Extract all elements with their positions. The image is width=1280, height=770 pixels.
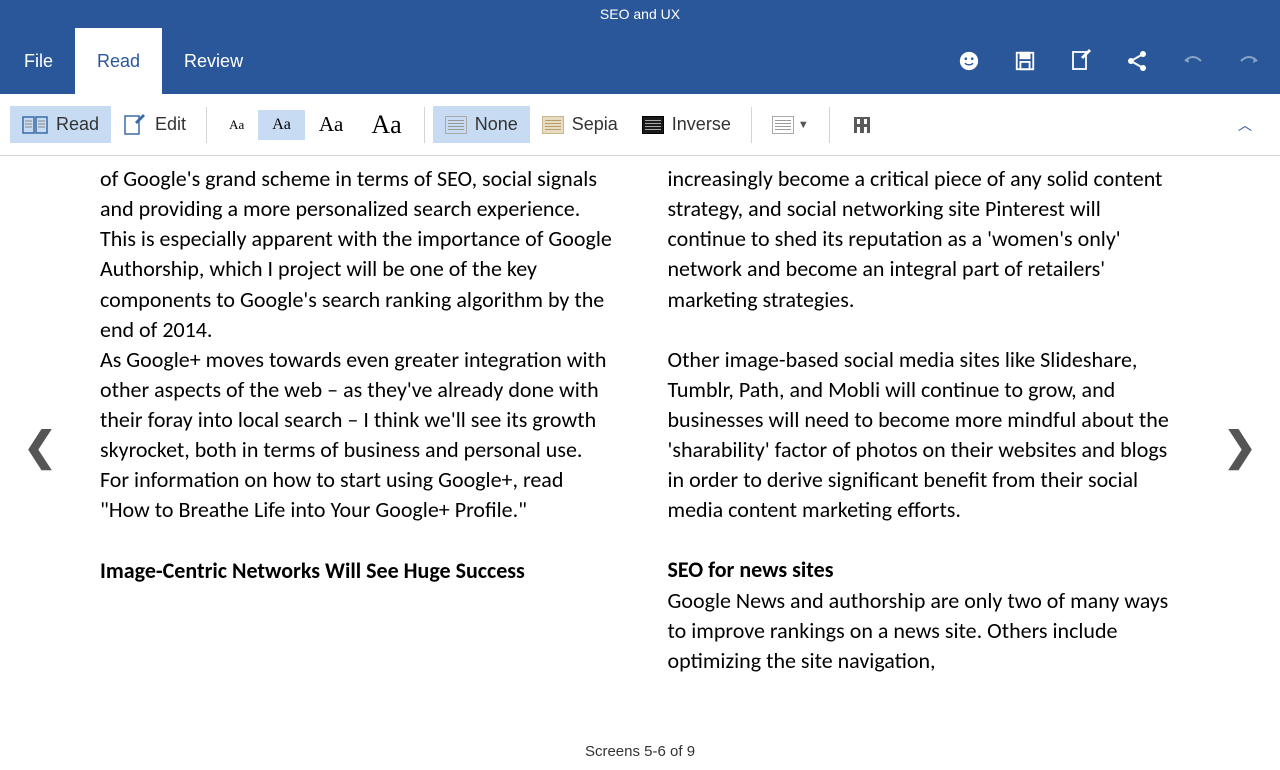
smiley-icon[interactable]: [956, 48, 982, 74]
page-right: increasingly become a critical piece of …: [668, 164, 1181, 676]
theme-none-icon: [445, 116, 467, 134]
body-text: Other image-based social media sites lik…: [668, 345, 1181, 526]
theme-sepia-icon: [542, 116, 564, 134]
ribbon-actions: [956, 48, 1262, 74]
edit-document-icon[interactable]: [1068, 48, 1094, 74]
reading-area: ❮ of Google's grand scheme in terms of S…: [0, 156, 1280, 737]
page-indicator: Screens 5-6 of 9: [0, 737, 1280, 770]
ribbon-tabs: File Read Review: [0, 28, 1280, 94]
redo-icon[interactable]: [1236, 48, 1262, 74]
tab-file[interactable]: File: [0, 28, 75, 94]
toolbar: Read Edit Aa Aa Aa Aa None Sepia Inverse…: [0, 94, 1280, 156]
section-heading: SEO for news sites: [668, 555, 1181, 585]
separator: [206, 107, 207, 143]
edit-label: Edit: [155, 114, 186, 135]
tab-review[interactable]: Review: [162, 28, 265, 94]
find-button[interactable]: [838, 105, 886, 145]
body-text: of Google's grand scheme in terms of SEO…: [100, 164, 613, 345]
spacer: [668, 315, 1181, 345]
read-label: Read: [56, 114, 99, 135]
prev-page-button[interactable]: ❮: [0, 156, 80, 737]
theme-inverse-button[interactable]: Inverse: [630, 106, 743, 143]
document-title: SEO and UX: [600, 6, 680, 22]
spacer: [668, 525, 1181, 555]
title-bar: SEO and UX: [0, 0, 1280, 28]
font-size-xs[interactable]: Aa: [215, 111, 258, 139]
theme-none-button[interactable]: None: [433, 106, 530, 143]
theme-inverse-label: Inverse: [672, 114, 731, 135]
next-page-button[interactable]: ❯: [1200, 156, 1280, 737]
theme-none-label: None: [475, 114, 518, 135]
undo-icon[interactable]: [1180, 48, 1206, 74]
collapse-ribbon-icon[interactable]: ︿: [1238, 115, 1270, 135]
tab-read[interactable]: Read: [75, 28, 162, 94]
spacer: [100, 526, 613, 556]
columns-dropdown[interactable]: ▼: [760, 108, 821, 142]
theme-sepia-button[interactable]: Sepia: [530, 106, 630, 143]
body-text: increasingly become a critical piece of …: [668, 164, 1181, 315]
read-mode-button[interactable]: Read: [10, 106, 111, 143]
page-left: of Google's grand scheme in terms of SEO…: [100, 164, 613, 676]
theme-inverse-icon: [642, 116, 664, 134]
font-size-md[interactable]: Aa: [305, 106, 358, 143]
page-indicator-text: Screens 5-6 of 9: [585, 743, 695, 760]
share-icon[interactable]: [1124, 48, 1150, 74]
body-text: Google News and authorship are only two …: [668, 586, 1181, 676]
columns-icon: [772, 116, 794, 134]
font-size-sm[interactable]: Aa: [258, 110, 305, 140]
body-text: As Google+ moves towards even greater in…: [100, 345, 613, 526]
separator: [829, 107, 830, 143]
theme-sepia-label: Sepia: [572, 114, 618, 135]
separator: [751, 107, 752, 143]
page-columns: of Google's grand scheme in terms of SEO…: [80, 156, 1200, 676]
edit-mode-button[interactable]: Edit: [111, 106, 198, 144]
section-heading: Image-Centric Networks Will See Huge Suc…: [100, 556, 613, 586]
dropdown-caret-icon: ▼: [798, 119, 809, 131]
save-icon[interactable]: [1012, 48, 1038, 74]
separator: [424, 107, 425, 143]
font-size-lg[interactable]: Aa: [357, 104, 415, 146]
